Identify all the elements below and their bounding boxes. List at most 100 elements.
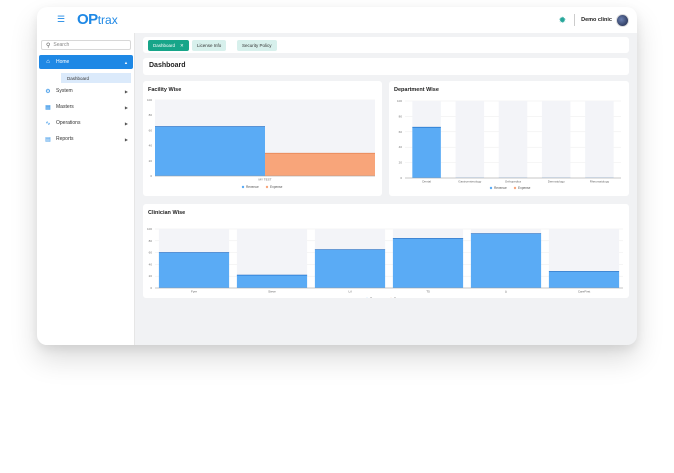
bar (314, 249, 386, 288)
tab-dashboard[interactable]: Dashboard ✕ (148, 40, 189, 51)
bar-background (498, 101, 528, 178)
tab-label: License Info (197, 43, 222, 48)
y-tick-label: 80 (149, 113, 153, 117)
divider (574, 14, 576, 26)
chevron-right-icon: ▶ (124, 104, 128, 110)
y-tick-label: 20 (399, 161, 403, 165)
legend-swatch (265, 185, 269, 189)
legend-label: Expense (518, 186, 531, 190)
chevron-right-icon: ▶ (124, 136, 128, 142)
bar-background (541, 101, 571, 178)
y-tick-label: 100 (397, 99, 402, 103)
app-window: ☰ OPtrax ✹ Demo clinic ⚲ Search ⌂ Home ▲… (37, 7, 637, 345)
logo: OPtrax (77, 11, 118, 28)
sidebar-item-label: System (56, 88, 73, 94)
menu-icon[interactable]: ☰ (57, 15, 65, 24)
tab-label: Security Policy (242, 43, 272, 48)
x-tick-label: Dermatology (548, 180, 566, 184)
chart-card-department: Department Wise 0 20 40 60 80 100 Dental Gastro… (389, 81, 629, 196)
sidebar-item-reports[interactable]: ▤ Reports ▶ (39, 132, 133, 146)
page-title: Dashboard (149, 62, 186, 69)
bar-background (455, 101, 485, 178)
x-tick-label: Li (505, 290, 508, 294)
chevron-up-icon: ▲ (124, 59, 128, 65)
y-tick-label: 80 (149, 239, 153, 243)
sidebar-item-home[interactable]: ⌂ Home ▲ (39, 55, 133, 69)
sidebar-item-masters[interactable]: ▦ Masters ▶ (39, 100, 133, 114)
x-tick-label: T5 (426, 290, 430, 294)
bar (236, 275, 308, 288)
y-tick-label: 0 (400, 176, 402, 180)
bar (155, 126, 265, 176)
tab-license-info[interactable]: License Info (192, 40, 227, 51)
chart-card-clinician: Clinician Wise 0 20 40 60 80 100 Fyre Steve Lil T… (143, 204, 629, 298)
x-tick-label: CareFirst (578, 290, 591, 294)
chart-card-facility: Facility Wise 0 20 40 60 80 100 MY TEST Revenue… (143, 81, 382, 196)
legend-swatch (241, 185, 245, 189)
y-tick-label: 100 (147, 227, 152, 231)
x-tick-label: Steve (268, 290, 276, 294)
bar (470, 233, 542, 288)
sidebar-item-system[interactable]: ⚙ System ▶ (39, 84, 133, 98)
y-tick-label: 100 (147, 98, 152, 102)
y-tick-label: 0 (150, 286, 152, 290)
y-tick-label: 40 (149, 144, 153, 148)
tab-bar: Dashboard ✕ License Info Security Policy (143, 37, 629, 53)
bar (158, 252, 230, 288)
tab-security-policy[interactable]: Security Policy (237, 40, 277, 51)
close-icon[interactable]: ✕ (180, 43, 184, 49)
search-input[interactable]: ⚲ Search (41, 40, 131, 50)
page-header: Dashboard (143, 58, 629, 75)
clinician-chart: 0 20 40 60 80 100 Fyre Steve Lil T5 Li CareFirst Rev… (147, 227, 623, 298)
avatar[interactable] (616, 13, 629, 27)
y-tick-label: 60 (149, 251, 153, 255)
x-tick-label: MY TEST (259, 178, 272, 182)
chevron-right-icon: ▶ (124, 120, 128, 126)
x-tick-label: Gastroenterology (458, 180, 482, 184)
sidebar-subitem-dashboard[interactable]: Dashboard (61, 73, 131, 83)
x-tick-label: Rheumatology (590, 180, 610, 184)
legend-swatch (513, 186, 517, 190)
x-tick-label: Dental (422, 180, 431, 184)
y-tick-label: 80 (399, 114, 403, 118)
sidebar-item-operations[interactable]: ∿ Operations ▶ (39, 116, 133, 130)
bar (392, 238, 464, 288)
settings-icon[interactable]: ✹ (559, 15, 567, 26)
pulse-icon: ∿ (45, 120, 51, 127)
legend-swatch (489, 186, 493, 190)
sidebar-item-label: Home (56, 59, 70, 65)
sidebar-item-label: Masters (56, 104, 74, 110)
top-bar: ☰ OPtrax ✹ Demo clinic (37, 7, 637, 33)
sidebar-item-label: Operations (56, 120, 81, 126)
legend-label: Expense (270, 185, 283, 189)
y-tick-label: 60 (399, 130, 403, 134)
clinic-name[interactable]: Demo clinic (581, 17, 612, 23)
legend-label: Revenue (494, 186, 507, 190)
tab-label: Dashboard (153, 43, 176, 48)
bar-background (585, 101, 614, 178)
home-icon: ⌂ (46, 59, 50, 65)
user-area: ✹ Demo clinic (559, 11, 629, 29)
y-tick-label: 20 (149, 159, 153, 163)
facility-chart: 0 20 40 60 80 100 MY TESTRevenue Expense (147, 98, 375, 189)
y-tick-label: 40 (399, 145, 403, 149)
x-tick-label: Lil (348, 290, 351, 294)
sidebar-item-label: Reports (56, 136, 74, 142)
search-icon: ⚲ (46, 42, 51, 49)
legend-label: Revenue (246, 185, 259, 189)
masters-icon: ▦ (45, 104, 51, 111)
y-tick-label: 0 (150, 174, 152, 178)
x-tick-label: Fyre (191, 290, 197, 294)
department-chart: 0 20 40 60 80 100 Dental Gastroenterology Orthop… (397, 99, 621, 190)
x-tick-label: Orthopedics (505, 180, 522, 184)
bar (265, 153, 375, 176)
search-placeholder: Search (53, 42, 70, 48)
bar (412, 127, 441, 178)
y-tick-label: 60 (149, 128, 153, 132)
y-tick-label: 20 (149, 274, 153, 278)
legend-label: Expense (394, 297, 407, 298)
system-icon: ⚙ (45, 88, 51, 95)
chevron-right-icon: ▶ (124, 88, 128, 94)
report-icon: ▤ (45, 136, 51, 143)
sidebar: ⚲ Search ⌂ Home ▲ Dashboard ⚙ System ▶ ▦… (37, 33, 135, 345)
